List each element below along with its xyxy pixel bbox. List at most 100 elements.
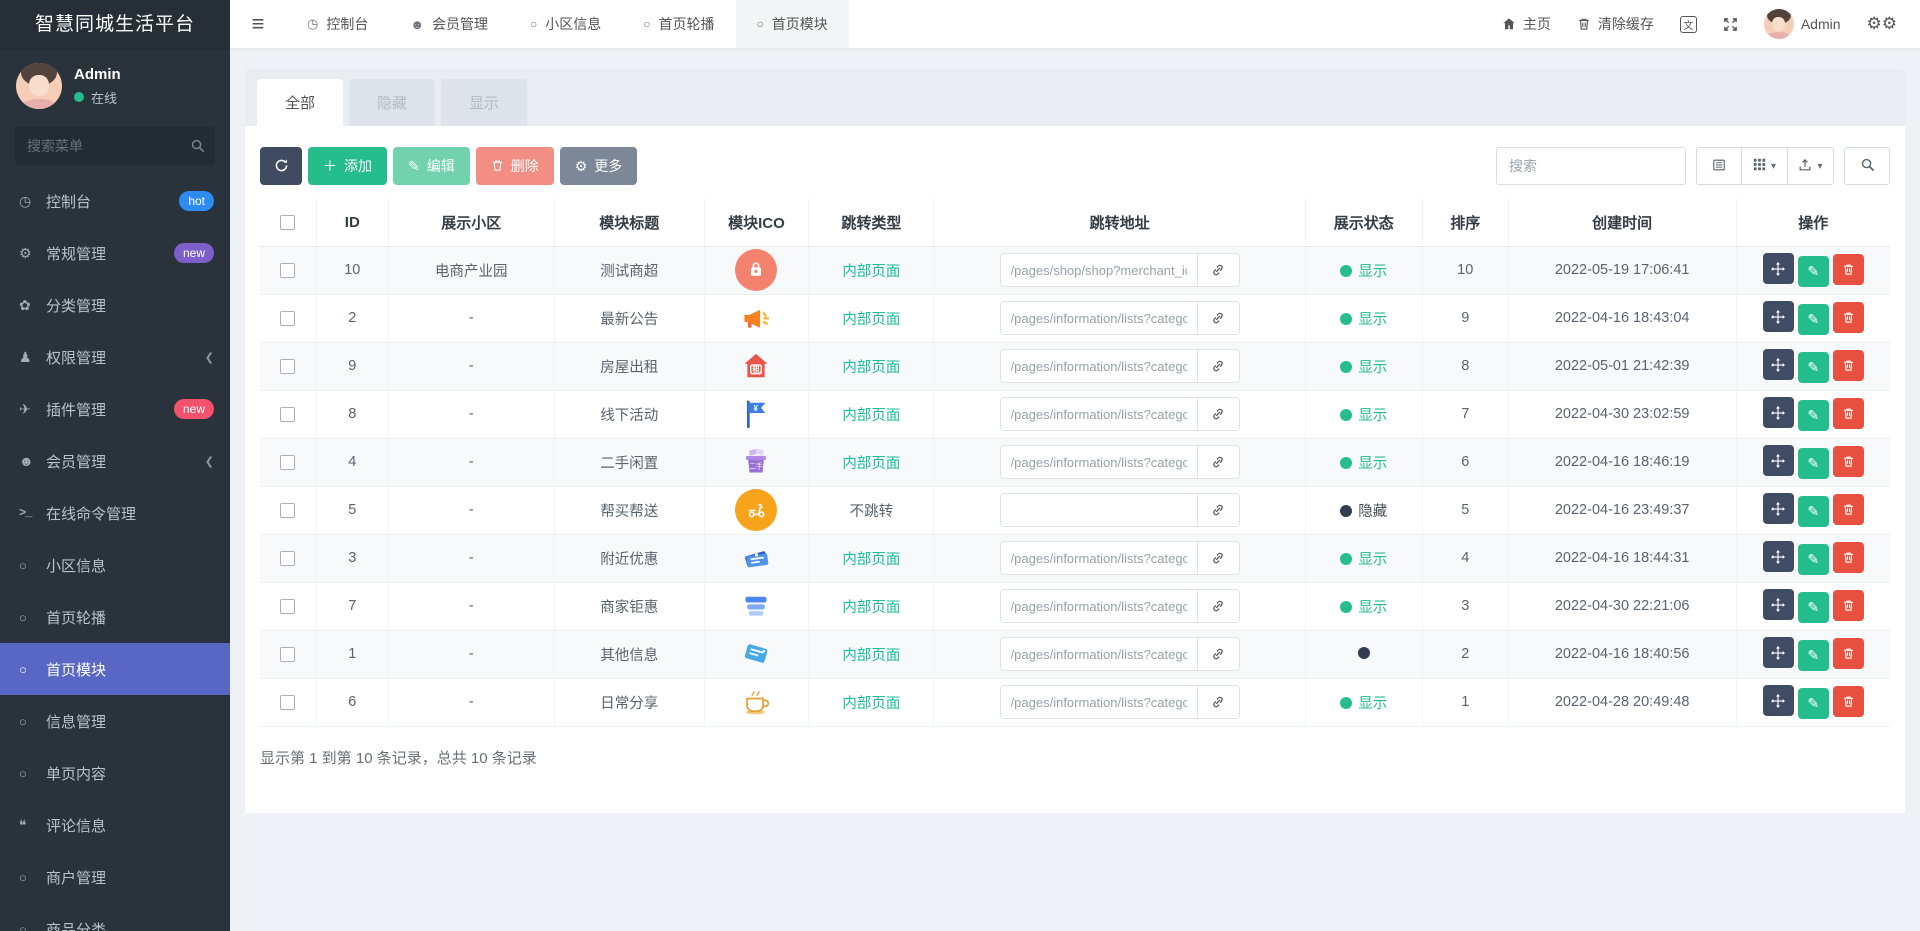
move-button[interactable] <box>1762 301 1794 333</box>
sidebar-item[interactable]: ✈ 插件管理 new <box>0 383 230 435</box>
edit-row-button[interactable]: ✎ <box>1797 495 1829 527</box>
move-button[interactable] <box>1762 253 1794 285</box>
edit-row-button[interactable]: ✎ <box>1797 351 1829 383</box>
link-button[interactable] <box>1197 493 1240 527</box>
language-button[interactable]: 文 <box>1667 0 1710 48</box>
menu-toggle-icon[interactable]: ≡ <box>230 0 286 48</box>
move-button[interactable] <box>1762 637 1794 669</box>
table-search-input[interactable] <box>1496 147 1686 185</box>
delete-row-button[interactable] <box>1832 301 1864 333</box>
filter-tab[interactable]: 隐藏 <box>349 79 436 126</box>
row-checkbox[interactable] <box>280 310 296 326</box>
sidebar-item[interactable]: ○ 商品分类 <box>0 903 230 931</box>
link-button[interactable] <box>1197 301 1240 335</box>
delete-row-button[interactable] <box>1832 253 1864 285</box>
more-button[interactable]: ⚙ 更多 <box>559 147 638 185</box>
link-button[interactable] <box>1197 637 1240 671</box>
fullscreen-button[interactable] <box>1710 0 1751 48</box>
row-checkbox[interactable] <box>280 646 296 662</box>
sidebar-item[interactable]: >_ 在线命令管理 <box>0 487 230 539</box>
edit-row-button[interactable]: ✎ <box>1797 591 1829 623</box>
edit-row-button[interactable]: ✎ <box>1797 399 1829 431</box>
navbar-tab[interactable]: ☻ 会员管理 <box>389 0 509 48</box>
sidebar-item[interactable]: ♟ 权限管理 ❮ <box>0 331 230 383</box>
filter-tab[interactable]: 显示 <box>441 79 528 126</box>
row-checkbox[interactable] <box>280 502 296 518</box>
move-button[interactable] <box>1762 445 1794 477</box>
clear-cache-link[interactable]: 清除缓存 <box>1564 0 1667 48</box>
move-button[interactable] <box>1762 541 1794 573</box>
link-button[interactable] <box>1197 445 1240 479</box>
delete-row-button[interactable] <box>1832 589 1864 621</box>
move-button[interactable] <box>1762 589 1794 621</box>
link-button[interactable] <box>1197 397 1240 431</box>
filter-tab[interactable]: 全部 <box>257 79 344 126</box>
navbar-tab[interactable]: ○ 首页轮播 <box>622 0 735 48</box>
home-link[interactable]: 主页 <box>1489 0 1564 48</box>
jump-url-input[interactable] <box>999 637 1198 671</box>
delete-button[interactable]: 删除 <box>475 147 554 185</box>
select-all-checkbox[interactable] <box>280 215 296 231</box>
edit-row-button[interactable]: ✎ <box>1797 255 1829 287</box>
sidebar-item[interactable]: ○ 首页轮播 <box>0 591 230 643</box>
link-button[interactable] <box>1197 349 1240 383</box>
sidebar-item[interactable]: ✿ 分类管理 <box>0 279 230 331</box>
move-button[interactable] <box>1762 493 1794 525</box>
export-button[interactable]: ▾ <box>1788 147 1834 185</box>
add-button[interactable]: ＋ 添加 <box>308 147 387 185</box>
jump-url-input[interactable] <box>999 445 1198 479</box>
sidebar-item[interactable]: ☻ 会员管理 ❮ <box>0 435 230 487</box>
jump-url-input[interactable] <box>999 541 1198 575</box>
sidebar-item[interactable]: ○ 首页模块 <box>0 643 230 695</box>
link-button[interactable] <box>1197 685 1240 719</box>
refresh-button[interactable] <box>260 147 302 185</box>
sidebar-item[interactable]: ⚙ 常规管理 new <box>0 227 230 279</box>
row-checkbox[interactable] <box>280 454 296 470</box>
row-checkbox[interactable] <box>280 550 296 566</box>
navbar-tab[interactable]: ○ 小区信息 <box>509 0 622 48</box>
settings-button[interactable]: ⚙⚙ <box>1854 0 1910 48</box>
row-checkbox[interactable] <box>280 598 296 614</box>
row-checkbox[interactable] <box>280 406 296 422</box>
jump-url-input[interactable] <box>999 349 1198 383</box>
move-button[interactable] <box>1762 349 1794 381</box>
sidebar-item[interactable]: ◷ 控制台 hot <box>0 175 230 227</box>
jump-url-input[interactable] <box>999 397 1198 431</box>
jump-url-input[interactable] <box>999 301 1198 335</box>
delete-row-button[interactable] <box>1832 445 1864 477</box>
delete-row-button[interactable] <box>1832 685 1864 717</box>
sidebar-item[interactable]: ❝ 评论信息 <box>0 799 230 851</box>
sidebar-item[interactable]: ○ 单页内容 <box>0 747 230 799</box>
delete-row-button[interactable] <box>1832 397 1864 429</box>
sidebar-item[interactable]: ○ 信息管理 <box>0 695 230 747</box>
row-checkbox[interactable] <box>280 262 296 278</box>
link-button[interactable] <box>1197 253 1240 287</box>
link-button[interactable] <box>1197 589 1240 623</box>
user-menu[interactable]: Admin <box>1751 0 1854 48</box>
row-checkbox[interactable] <box>280 694 296 710</box>
columns-button[interactable]: ▾ <box>1742 147 1788 185</box>
navbar-tab[interactable]: ◷ 控制台 <box>286 0 389 48</box>
jump-url-input[interactable] <box>999 493 1198 527</box>
delete-row-button[interactable] <box>1832 349 1864 381</box>
jump-url-input[interactable] <box>999 685 1198 719</box>
edit-row-button[interactable]: ✎ <box>1797 303 1829 335</box>
delete-row-button[interactable] <box>1832 637 1864 669</box>
navbar-tab[interactable]: ○ 首页模块 <box>735 0 849 48</box>
edit-button[interactable]: ✎ 编辑 <box>393 147 470 185</box>
delete-row-button[interactable] <box>1832 541 1864 573</box>
edit-row-button[interactable]: ✎ <box>1797 543 1829 575</box>
delete-row-button[interactable] <box>1832 493 1864 525</box>
move-button[interactable] <box>1762 685 1794 717</box>
link-button[interactable] <box>1197 541 1240 575</box>
sidebar-search-input[interactable] <box>15 127 215 165</box>
jump-url-input[interactable] <box>999 253 1198 287</box>
search-button[interactable] <box>1844 147 1890 185</box>
edit-row-button[interactable]: ✎ <box>1797 639 1829 671</box>
sidebar-item[interactable]: ○ 小区信息 <box>0 539 230 591</box>
edit-row-button[interactable]: ✎ <box>1797 687 1829 719</box>
jump-url-input[interactable] <box>999 589 1198 623</box>
detail-view-button[interactable] <box>1696 147 1742 185</box>
row-checkbox[interactable] <box>280 358 296 374</box>
move-button[interactable] <box>1762 397 1794 429</box>
